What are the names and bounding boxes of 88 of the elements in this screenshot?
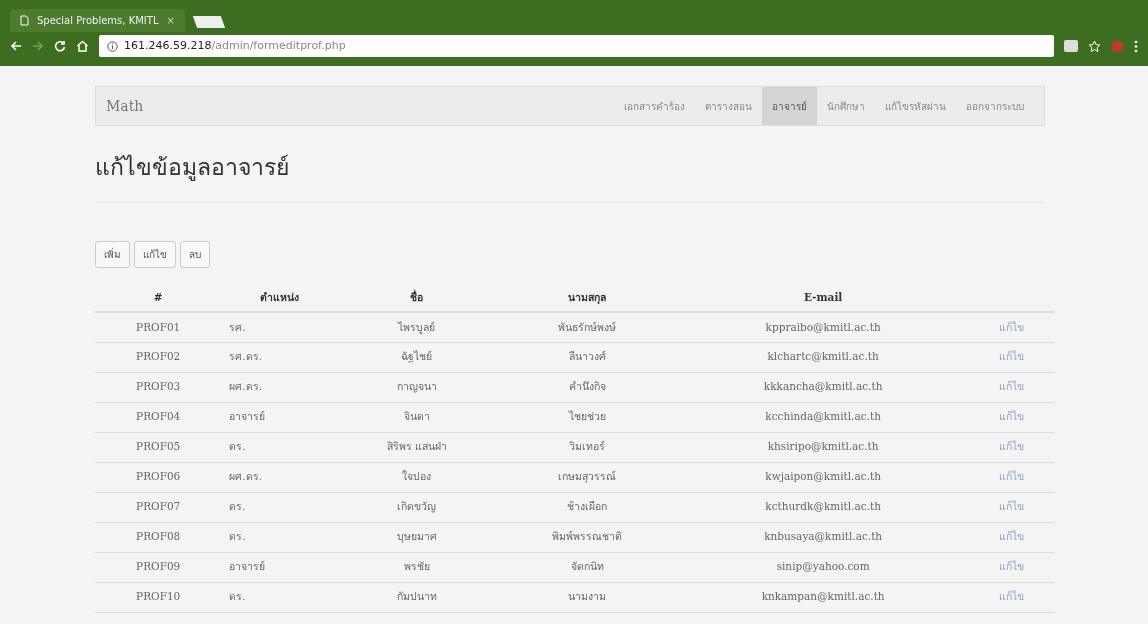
table-cell: PROF04	[95, 402, 222, 433]
column-header: นามสกุล	[496, 283, 678, 313]
table-cell: เกิดขวัญ	[336, 492, 497, 523]
address-bar[interactable]: 161.246.59.218/admin/formeditprof.php	[99, 35, 1054, 57]
edit-link[interactable]: แก้ไข	[999, 410, 1025, 423]
menu-icon[interactable]	[1134, 39, 1138, 53]
brand-link[interactable]: Math	[106, 95, 144, 117]
table-cell: นามงาม	[496, 582, 678, 613]
table-cell: PROF09	[95, 552, 222, 583]
table-cell: PROF03	[95, 372, 222, 403]
column-header: ชื่อ	[336, 283, 497, 313]
table-cell: สิริพร แสนฝ่า	[336, 432, 497, 463]
edit-link[interactable]: แก้ไข	[999, 500, 1025, 513]
edit-link[interactable]: แก้ไข	[999, 380, 1025, 393]
table-cell: knkampan@kmitl.ac.th	[677, 582, 969, 613]
table-cell: ลีนาวงศ์	[496, 342, 678, 373]
table-cell: kwjaipon@kmitl.ac.th	[677, 462, 969, 493]
table-cell: PROF01	[95, 312, 222, 343]
table-cell: khsiripo@kmitl.ac.th	[677, 432, 969, 463]
table-cell: กัมปนาท	[336, 582, 497, 613]
nav-link[interactable]: ตารางสอน	[695, 87, 762, 125]
table-cell: คำนึงกิจ	[496, 372, 678, 403]
nav-link[interactable]: นักศึกษา	[817, 87, 875, 125]
browser-tab[interactable]: Special Problems, KMITL ×	[10, 9, 185, 32]
toolbar-button[interactable]: เพิ่ม	[95, 240, 130, 268]
info-icon	[107, 40, 118, 52]
table-cell: ไพรบูลย์	[336, 312, 497, 343]
column-header: ตำแหน่ง	[221, 283, 337, 313]
nav-link[interactable]: แก้ไขรหัสผ่าน	[875, 87, 956, 125]
table-cell: ไชยช่วย	[496, 402, 678, 433]
table-cell: รศ.ดร.	[221, 342, 337, 373]
edit-link[interactable]: แก้ไข	[999, 440, 1025, 453]
table-cell: พันธรักษ์พงษ์	[496, 312, 678, 343]
page-icon	[20, 15, 29, 26]
table-cell: klchartc@kmitl.ac.th	[677, 342, 969, 373]
table-cell: PROF07	[95, 492, 222, 523]
page-heading: แก้ไขข้อมูลอาจารย์	[95, 154, 1045, 203]
table-cell: knbusaya@kmitl.ac.th	[677, 522, 969, 553]
table-cell: sinip@yahoo.com	[677, 552, 969, 583]
column-header: #	[95, 283, 222, 313]
table-cell: ดร.	[221, 522, 337, 553]
edit-link[interactable]: แก้ไข	[999, 530, 1025, 543]
star-icon[interactable]	[1088, 39, 1101, 53]
table-cell: เกษมสุวรรณ์	[496, 462, 678, 493]
table-cell: kppraibo@kmitl.ac.th	[677, 312, 969, 343]
home-icon[interactable]	[76, 40, 89, 52]
table-cell: วิมเทอร์	[496, 432, 678, 463]
table-cell: อาจารย์	[221, 402, 337, 433]
table-cell: kcchinda@kmitl.ac.th	[677, 402, 969, 433]
nav-link[interactable]: เอกสารคำร้อง	[614, 87, 695, 125]
table-cell: kcthurdk@kmitl.ac.th	[677, 492, 969, 523]
table-cell: ฉัฐไชย์	[336, 342, 497, 373]
table-cell: PROF10	[95, 582, 222, 613]
nav-link[interactable]: อาจารย์	[762, 87, 817, 125]
table-cell: PROF05	[95, 432, 222, 463]
edit-link[interactable]: แก้ไข	[999, 470, 1025, 483]
table-cell: ผศ.ดร.	[221, 372, 337, 403]
table-cell: PROF08	[95, 522, 222, 553]
table-cell: จินดา	[336, 402, 497, 433]
tab-close-button[interactable]: ×	[166, 13, 175, 28]
table-cell: ใจปอง	[336, 462, 497, 493]
edit-link[interactable]: แก้ไข	[999, 350, 1025, 363]
table-cell: ดร.	[221, 432, 337, 463]
table-cell: ช้างเผือก	[496, 492, 678, 523]
toolbar-button[interactable]: แก้ไข	[134, 240, 176, 268]
table-cell: บุษยมาศ	[336, 522, 497, 553]
table-cell: kkkancha@kmitl.ac.th	[677, 372, 969, 403]
table-cell: ผศ.ดร.	[221, 462, 337, 493]
table-cell: รศ.	[221, 312, 337, 343]
table-cell: พิมพ์พรรณชาติ	[496, 522, 678, 553]
toolbar-button[interactable]: ลบ	[180, 240, 210, 268]
table-cell: กาญจนา	[336, 372, 497, 403]
tab-title: Special Problems, KMITL	[37, 14, 159, 28]
new-tab-button[interactable]	[192, 16, 226, 28]
table-cell: ดร.	[221, 582, 337, 613]
edit-link[interactable]: แก้ไข	[999, 320, 1025, 333]
table-cell: ดร.	[221, 492, 337, 523]
reload-icon[interactable]	[54, 40, 66, 52]
table-cell: จัดกนิท	[496, 552, 678, 583]
table-cell: PROF06	[95, 462, 222, 493]
table-cell: PROF02	[95, 342, 222, 373]
edit-link[interactable]: แก้ไข	[999, 590, 1025, 603]
back-icon[interactable]	[10, 40, 22, 52]
edit-link[interactable]: แก้ไข	[999, 560, 1025, 573]
column-header: E-mail	[677, 283, 969, 313]
nav-link[interactable]: ออกจากระบบ	[956, 87, 1034, 125]
table-cell: อาจารย์	[221, 552, 337, 583]
table-cell: พรชัย	[336, 552, 497, 583]
